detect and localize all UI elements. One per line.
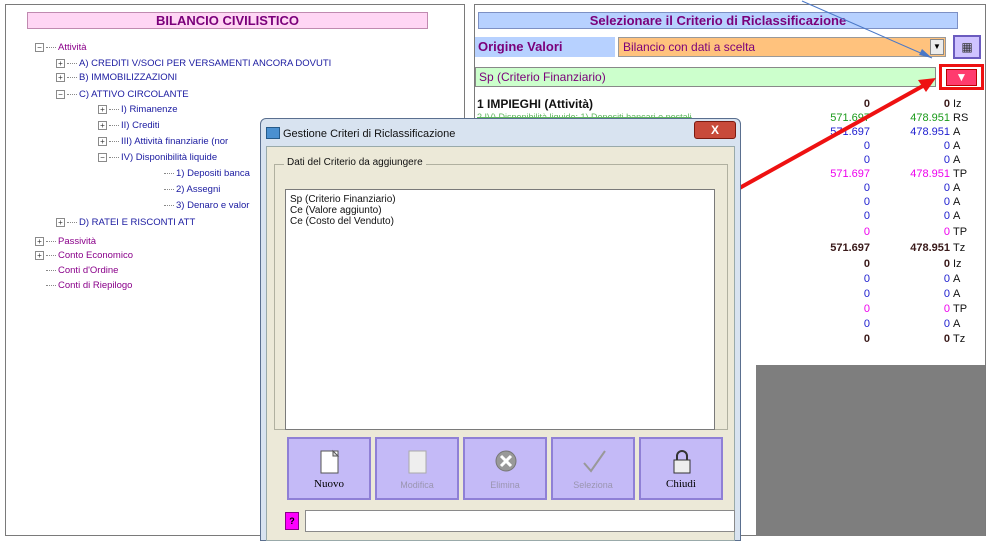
- dialog-title: Gestione Criteri di Riclassificazione: [283, 128, 456, 140]
- annotation-arrowhead-blue: [919, 49, 932, 58]
- modifica-button[interactable]: Modifica: [375, 437, 459, 500]
- elimina-label: Elimina: [490, 480, 520, 490]
- modifica-label: Modifica: [400, 480, 434, 490]
- elimina-button[interactable]: Elimina: [463, 437, 547, 500]
- checkmark-icon: [583, 450, 606, 473]
- chiudi-label: Chiudi: [666, 478, 696, 490]
- new-document-icon: [320, 449, 340, 474]
- seleziona-button[interactable]: Seleziona: [551, 437, 635, 500]
- close-button[interactable]: X: [694, 121, 736, 139]
- nuovo-button[interactable]: Nuovo: [287, 437, 371, 500]
- help-button[interactable]: ?: [285, 512, 299, 530]
- nuovo-label: Nuovo: [314, 478, 344, 490]
- groupbox-label: Dati del Criterio da aggiungere: [284, 157, 426, 168]
- edit-document-icon: [408, 450, 427, 474]
- list-item[interactable]: Ce (Valore aggiunto): [290, 205, 382, 216]
- list-item[interactable]: Sp (Criterio Finanziario): [290, 194, 396, 205]
- status-field[interactable]: [305, 510, 735, 532]
- list-item[interactable]: Ce (Costo del Venduto): [290, 216, 394, 227]
- seleziona-label: Seleziona: [573, 480, 613, 490]
- delete-icon: [495, 450, 517, 472]
- chiudi-button[interactable]: Chiudi: [639, 437, 723, 500]
- lock-icon: [673, 450, 691, 474]
- annotation-arrow-blue: [801, 0, 933, 59]
- app-icon: [266, 127, 280, 139]
